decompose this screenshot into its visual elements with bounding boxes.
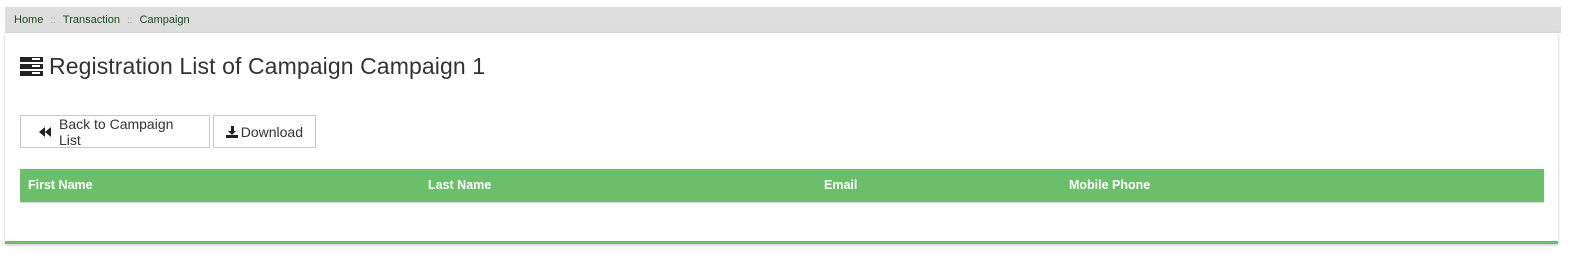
download-button-label: Download (240, 123, 303, 140)
page: Home :: Transaction :: Campaign Registra… (0, 0, 1591, 255)
column-header-last-name[interactable]: Last Name (428, 169, 491, 202)
registration-list-panel: Registration List of Campaign Campaign 1… (5, 33, 1558, 244)
breadcrumb-campaign-link[interactable]: Campaign (140, 14, 190, 26)
registration-table: First Name Last Name Email Mobile Phone (20, 169, 1544, 206)
list-icon (20, 57, 43, 76)
fast-backward-icon (39, 126, 51, 137)
breadcrumb-transaction-link[interactable]: Transaction (63, 14, 120, 26)
breadcrumb-separator: :: (50, 14, 56, 26)
download-icon (226, 125, 238, 138)
page-title: Registration List of Campaign Campaign 1 (49, 53, 486, 79)
breadcrumb: Home :: Transaction :: Campaign (5, 7, 1561, 33)
table-body (20, 202, 1544, 206)
column-header-mobile-phone[interactable]: Mobile Phone (1069, 169, 1150, 202)
breadcrumb-separator: :: (126, 14, 133, 26)
toolbar: Back to Campaign List Download (20, 115, 316, 148)
column-header-first-name[interactable]: First Name (28, 169, 93, 202)
table-header: First Name Last Name Email Mobile Phone (20, 169, 1544, 202)
download-button[interactable]: Download (213, 115, 316, 148)
back-to-campaign-list-button[interactable]: Back to Campaign List (20, 115, 210, 148)
column-header-email[interactable]: Email (824, 169, 857, 202)
back-button-label: Back to Campaign List (59, 115, 174, 148)
breadcrumb-home-link[interactable]: Home (14, 14, 43, 26)
page-header: Registration List of Campaign Campaign 1 (20, 53, 485, 80)
